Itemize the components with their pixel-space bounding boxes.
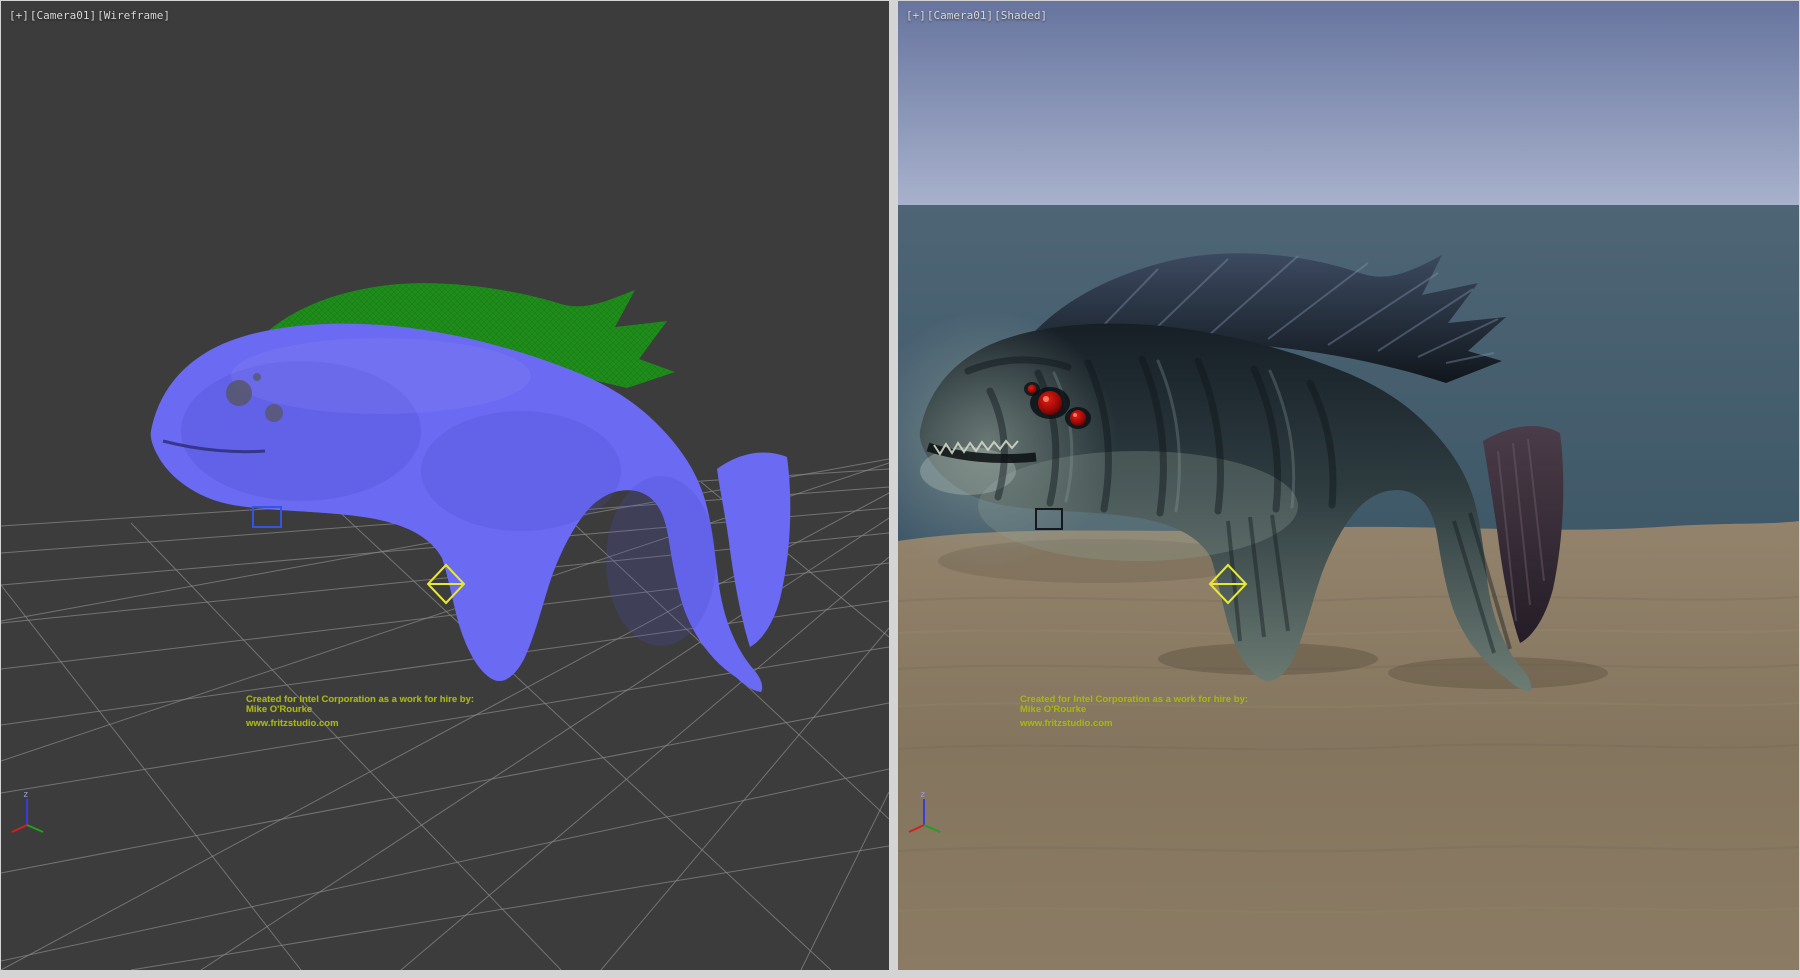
viewport-label: [+][Camera01][Wireframe] — [9, 9, 171, 22]
viewport-menu-shading[interactable]: [Wireframe] — [97, 9, 170, 22]
sky — [898, 1, 1799, 209]
viewport-menu-pov[interactable]: [Camera01] — [927, 9, 993, 22]
viewport-menu-pov[interactable]: [Camera01] — [30, 9, 96, 22]
viewport-wireframe[interactable]: [+][Camera01][Wireframe] Created for Int… — [1, 1, 889, 970]
credit-text: Created for Intel Corporation as a work … — [246, 695, 474, 729]
world-axis-tripod: z — [7, 789, 55, 837]
credit-line-2: Mike O'Rourke — [246, 705, 474, 715]
viewport-divider[interactable] — [889, 0, 898, 978]
viewport-menu-shading[interactable]: [Shaded] — [994, 9, 1047, 22]
axis-z-label: z — [920, 790, 925, 800]
world-axis-tripod: z — [904, 789, 952, 837]
viewport-menu-general[interactable]: [+] — [9, 9, 29, 22]
credit-line-2: Mike O'Rourke — [1020, 705, 1248, 715]
credit-line-3: www.fritzstudio.com — [1020, 719, 1248, 729]
axis-z-label: z — [23, 790, 28, 800]
wireframe-scene — [1, 1, 889, 970]
credit-line-3: www.fritzstudio.com — [246, 719, 474, 729]
viewport-menu-general[interactable]: [+] — [906, 9, 926, 22]
viewport-label: [+][Camera01][Shaded] — [906, 9, 1048, 22]
shaded-scene — [898, 1, 1799, 970]
viewport-shaded[interactable]: [+][Camera01][Shaded] Created for Intel … — [898, 1, 1799, 970]
credit-text: Created for Intel Corporation as a work … — [1020, 695, 1248, 729]
application-window: { "viewports": { "left": { "menu": { "ge… — [0, 0, 1800, 978]
fish-body-wireframe[interactable] — [151, 324, 762, 692]
